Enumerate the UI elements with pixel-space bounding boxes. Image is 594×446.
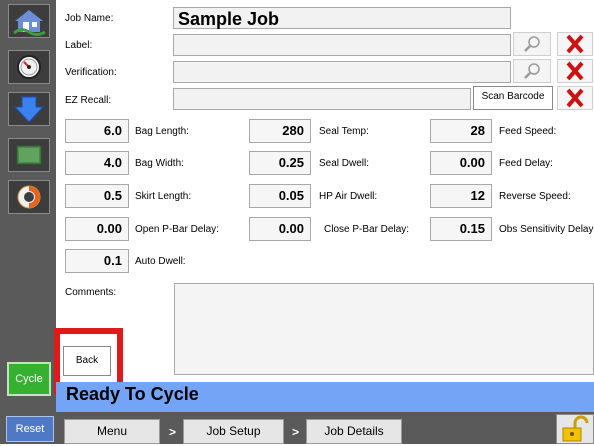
obs-sensitivity-delay-value[interactable]: 0.15 <box>430 217 492 241</box>
tab-job-setup[interactable]: Job Setup <box>183 419 284 444</box>
magnifier-icon <box>524 36 540 52</box>
comments-label: Comments: <box>65 287 117 298</box>
reverse-speed-value[interactable]: 12 <box>430 184 492 208</box>
hp-air-dwell-label: HP Air Dwell: <box>319 191 378 202</box>
sidebar-item-help[interactable] <box>8 180 50 214</box>
arrow-down-icon <box>13 96 45 123</box>
status-text: Ready To Cycle <box>66 384 199 404</box>
label-clear-button[interactable] <box>557 32 593 56</box>
verification-field[interactable] <box>173 61 511 83</box>
magnifier-icon <box>524 63 540 79</box>
seal-dwell-value[interactable]: 0.25 <box>249 151 311 175</box>
nav-separator: > <box>292 425 300 439</box>
close-icon <box>566 61 584 81</box>
unlock-icon <box>562 415 589 442</box>
open-p-bar-delay-value[interactable]: 0.00 <box>65 217 129 241</box>
sidebar-item-gauge[interactable] <box>8 50 50 84</box>
verification-label: Verification: <box>65 67 117 78</box>
seal-dwell-label: Seal Dwell: <box>319 158 370 169</box>
seal-temp-label: Seal Temp: <box>319 126 369 137</box>
job-name-label: Job Name: <box>65 13 114 24</box>
feed-delay-label: Feed Delay: <box>499 158 553 169</box>
lifebuoy-icon <box>17 185 41 209</box>
auto-dwell-value[interactable]: 0.1 <box>65 249 129 273</box>
sidebar-item-home[interactable] <box>8 4 50 38</box>
label-search-button[interactable] <box>513 32 551 56</box>
feed-delay-value[interactable]: 0.00 <box>430 151 492 175</box>
close-icon <box>566 34 584 54</box>
close-p-bar-delay-label: Close P-Bar Delay: <box>324 224 410 235</box>
skirt-length-label: Skirt Length: <box>135 191 192 202</box>
job-name-field[interactable]: Sample Job <box>173 7 511 29</box>
hp-air-dwell-value[interactable]: 0.05 <box>249 184 311 208</box>
seal-temp-value[interactable]: 280 <box>249 119 311 143</box>
reset-button[interactable]: Reset <box>6 416 54 442</box>
ez-recall-label: EZ Recall: <box>65 95 112 106</box>
bag-width-label: Bag Width: <box>135 158 184 169</box>
sidebar-item-screen[interactable] <box>8 138 50 172</box>
comments-field[interactable] <box>174 283 594 375</box>
bag-length-value[interactable]: 6.0 <box>65 119 129 143</box>
open-p-bar-delay-label: Open P-Bar Delay: <box>135 224 219 235</box>
ez-recall-clear-button[interactable] <box>557 86 593 110</box>
cycle-button[interactable]: Cycle <box>7 362 51 396</box>
feed-speed-value[interactable]: 28 <box>430 119 492 143</box>
close-icon <box>566 88 584 108</box>
status-bar: Ready To Cycle <box>56 382 594 412</box>
obs-sensitivity-delay-label: Obs Sensitivity Delay <box>499 224 594 235</box>
screen-icon <box>16 145 42 165</box>
tab-menu[interactable]: Menu <box>64 419 160 444</box>
auto-dwell-label: Auto Dwell: <box>135 256 186 267</box>
tab-job-details[interactable]: Job Details <box>306 419 402 444</box>
close-p-bar-delay-value[interactable]: 0.00 <box>249 217 311 241</box>
bag-length-label: Bag Length: <box>135 126 189 137</box>
nav-separator: > <box>169 425 177 439</box>
scan-barcode-button[interactable]: Scan Barcode <box>473 86 553 110</box>
label-label: Label: <box>65 40 93 51</box>
verification-search-button[interactable] <box>513 59 551 83</box>
sidebar-item-download[interactable] <box>8 92 50 126</box>
ez-recall-field[interactable] <box>173 88 471 110</box>
gauge-icon <box>17 55 41 79</box>
lock-button[interactable] <box>556 414 594 444</box>
home-icon <box>13 10 46 36</box>
label-field[interactable] <box>173 34 511 56</box>
verification-clear-button[interactable] <box>557 59 593 83</box>
feed-speed-label: Feed Speed: <box>499 126 557 137</box>
skirt-length-value[interactable]: 0.5 <box>65 184 129 208</box>
reverse-speed-label: Reverse Speed: <box>499 191 571 202</box>
bag-width-value[interactable]: 4.0 <box>65 151 129 175</box>
